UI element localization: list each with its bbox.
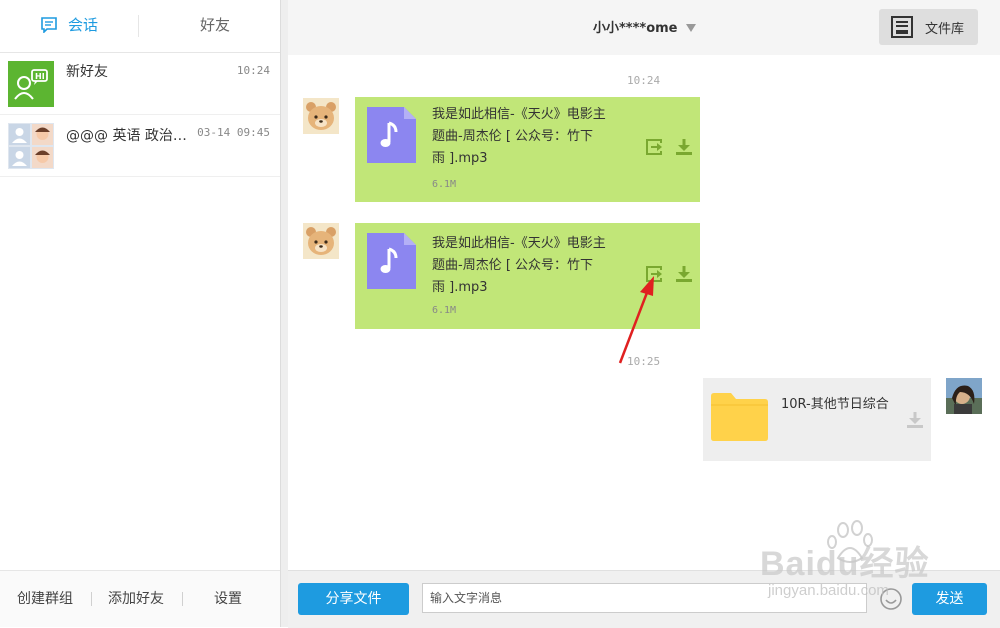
conversation-item-new-friend[interactable]: HI 新好友 10:24 (0, 53, 280, 115)
sidebar: 会话 好友 HI 新好友 10:24 @@@ 英语 政治… 03-14 09:4… (0, 0, 281, 627)
tab-sessions[interactable]: 会话 (30, 0, 110, 52)
forward-icon[interactable] (646, 138, 664, 156)
svg-text:HI: HI (35, 72, 45, 81)
file-library-button[interactable]: 文件库 (879, 9, 978, 45)
chat-header: 小小****ome 文件库 (288, 0, 1000, 55)
group-avatar-icon (8, 123, 54, 169)
conversation-time: 10:24 (236, 64, 270, 77)
send-button[interactable]: 发送 (912, 583, 987, 615)
input-bar: 分享文件 发送 (288, 570, 1000, 628)
folder-icon[interactable] (711, 393, 768, 441)
user-avatar[interactable] (946, 378, 982, 414)
message-timestamp: 10:25 (627, 355, 661, 368)
chat-icon (41, 17, 57, 33)
download-icon[interactable] (906, 411, 924, 429)
file-name: 我是如此相信-《天火》电影主 题曲-周杰伦 [ 公众号：竹下 雨 ].mp3 (432, 107, 606, 166)
file-message: 我是如此相信-《天火》电影主 题曲-周杰伦 [ 公众号：竹下 雨 ].mp3 6… (355, 97, 700, 202)
tab-divider (138, 15, 139, 37)
conversation-time: 03-14 09:45 (197, 126, 270, 139)
music-file-icon[interactable] (367, 233, 416, 289)
message-input[interactable] (422, 583, 867, 613)
folder-message: 10R-其他节日综合 (703, 378, 931, 461)
message-list: 10:24 我是如此相信-《天火》电影主 题曲-周杰伦 [公众号：竹下 雨]… (288, 55, 1000, 570)
folder-name: 10R-其他节日综合 (781, 397, 889, 412)
tab-friends[interactable]: 好友 (175, 0, 255, 52)
footer-divider (91, 592, 92, 606)
emoji-icon[interactable] (879, 587, 903, 611)
create-group-button[interactable]: 创建群组 (8, 571, 82, 627)
conversation-item-group[interactable]: @@@ 英语 政治… 03-14 09:45 (0, 115, 280, 177)
file-size: 6.1M (432, 179, 457, 190)
music-file-icon[interactable] (367, 107, 416, 163)
bear-avatar[interactable] (303, 98, 339, 134)
conversation-name: @@@ 英语 政治… (66, 128, 187, 144)
sidebar-tabs: 会话 好友 (0, 0, 280, 53)
message-timestamp: 10:24 (627, 74, 661, 87)
tab-sessions-label: 会话 (68, 16, 99, 34)
hi-chat-icon: HI (8, 61, 54, 107)
panel-gap (281, 0, 288, 627)
library-icon (891, 16, 913, 38)
bear-avatar[interactable] (303, 223, 339, 259)
download-icon[interactable] (675, 138, 693, 156)
add-friend-button[interactable]: 添加好友 (99, 571, 173, 627)
contact-name-dropdown[interactable]: 小小****ome (593, 17, 697, 36)
file-size: 6.1M (432, 305, 457, 316)
footer-divider (182, 592, 183, 606)
file-name: 我是如此相信-《天火》电影主 题曲-周杰伦 [ 公众号：竹下 雨 ].mp3 (432, 236, 606, 295)
share-file-button[interactable]: 分享文件 (298, 583, 409, 615)
download-icon[interactable] (675, 265, 693, 283)
chat-panel: 小小****ome 文件库 10:24 我是如此相信-《天火》电影主 题曲-周杰… (288, 0, 1000, 628)
conversation-name: 新好友 (66, 64, 108, 80)
file-library-label: 文件库 (925, 22, 965, 37)
settings-button[interactable]: 设置 (196, 571, 260, 627)
sidebar-footer: 创建群组 添加好友 设置 (0, 570, 280, 627)
contact-name: 小小****ome (593, 21, 678, 36)
chevron-down-icon (686, 24, 697, 32)
